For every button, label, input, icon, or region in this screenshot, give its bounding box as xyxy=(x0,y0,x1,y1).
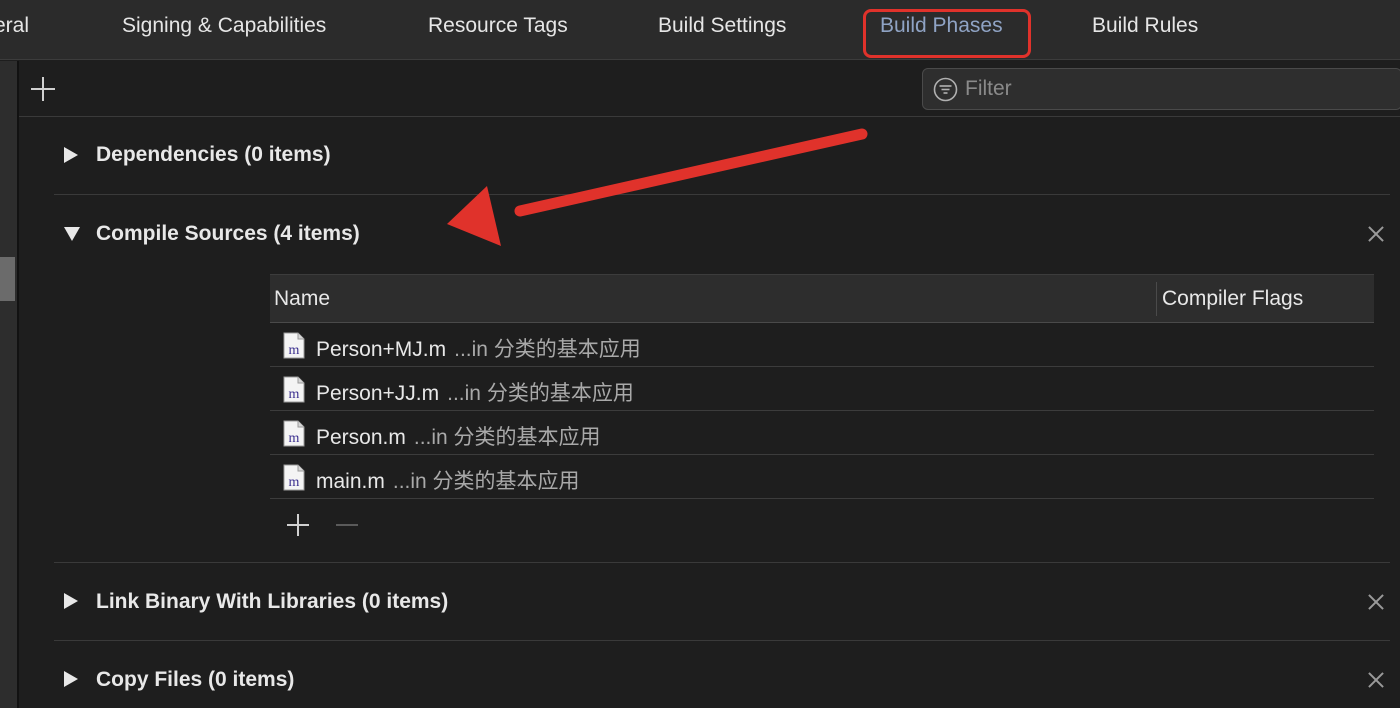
file-name: Person.m ...in 分类的基本应用 xyxy=(316,426,601,449)
svg-text:m: m xyxy=(289,475,300,490)
column-header-compiler-flags[interactable]: Compiler Flags xyxy=(1162,287,1303,311)
add-file-button[interactable] xyxy=(287,514,309,536)
tab-general[interactable]: eral xyxy=(0,14,29,38)
phase-link-binary: Link Binary With Libraries (0 items) xyxy=(54,563,1390,641)
remove-file-button[interactable] xyxy=(336,524,358,526)
file-name: Person+MJ.m ...in 分类的基本应用 xyxy=(316,338,641,361)
file-location: ...in 分类的基本应用 xyxy=(392,470,580,493)
objc-source-file-icon: m xyxy=(283,420,305,447)
phase-title[interactable]: Compile Sources (4 items) xyxy=(96,222,360,246)
column-divider[interactable] xyxy=(1156,282,1157,316)
objc-source-file-icon: m xyxy=(283,332,305,359)
add-build-phase-button[interactable] xyxy=(31,77,55,101)
table-row[interactable]: m Person+MJ.m ...in 分类的基本应用 xyxy=(270,323,1374,367)
table-row[interactable]: m Person.m ...in 分类的基本应用 xyxy=(270,411,1374,455)
phase-title[interactable]: Dependencies (0 items) xyxy=(96,143,331,167)
disclosure-triangle-icon[interactable] xyxy=(64,671,78,687)
pane-divider[interactable] xyxy=(17,61,19,708)
tab-signing-capabilities[interactable]: Signing & Capabilities xyxy=(122,14,326,38)
build-phases-highlight-box xyxy=(863,9,1031,58)
phase-copy-files: Copy Files (0 items) xyxy=(54,641,1390,708)
filter-input[interactable] xyxy=(965,75,1385,103)
filter-field[interactable] xyxy=(922,68,1400,110)
disclosure-triangle-icon[interactable] xyxy=(64,593,78,609)
objc-source-file-icon: m xyxy=(283,464,305,491)
table-header: Name Compiler Flags xyxy=(270,274,1374,323)
phase-title[interactable]: Copy Files (0 items) xyxy=(96,668,294,692)
file-location: ...in 分类的基本应用 xyxy=(454,338,641,361)
file-name: main.m ...in 分类的基本应用 xyxy=(316,470,580,493)
file-location: ...in 分类的基本应用 xyxy=(413,426,601,449)
svg-text:m: m xyxy=(289,431,300,446)
disclosure-triangle-icon[interactable] xyxy=(64,147,78,163)
table-row[interactable]: m main.m ...in 分类的基本应用 xyxy=(270,455,1374,499)
delete-phase-icon[interactable] xyxy=(1366,670,1386,690)
compile-sources-table: Name Compiler Flags m Person+MJ.m ...in 分… xyxy=(270,274,1374,499)
phase-title[interactable]: Link Binary With Libraries (0 items) xyxy=(96,590,448,614)
tab-bar: eral Signing & Capabilities Resource Tag… xyxy=(0,0,1400,60)
disclosure-triangle-icon[interactable] xyxy=(64,227,80,241)
delete-phase-icon[interactable] xyxy=(1366,224,1386,244)
svg-text:m: m xyxy=(289,387,300,402)
delete-phase-icon[interactable] xyxy=(1366,592,1386,612)
table-row[interactable]: m Person+JJ.m ...in 分类的基本应用 xyxy=(270,367,1374,411)
tab-build-settings[interactable]: Build Settings xyxy=(658,14,786,38)
selected-target-marker[interactable] xyxy=(0,257,15,301)
svg-text:m: m xyxy=(289,343,300,358)
objc-source-file-icon: m xyxy=(283,376,305,403)
target-list-strip xyxy=(0,61,17,708)
column-header-name[interactable]: Name xyxy=(274,287,330,311)
tab-build-rules[interactable]: Build Rules xyxy=(1092,14,1198,38)
tab-resource-tags[interactable]: Resource Tags xyxy=(428,14,568,38)
phases-toolbar xyxy=(19,61,1400,117)
file-name: Person+JJ.m ...in 分类的基本应用 xyxy=(316,382,634,405)
file-location: ...in 分类的基本应用 xyxy=(447,382,634,405)
phase-dependencies: Dependencies (0 items) xyxy=(54,117,1390,195)
filter-icon xyxy=(933,77,958,102)
